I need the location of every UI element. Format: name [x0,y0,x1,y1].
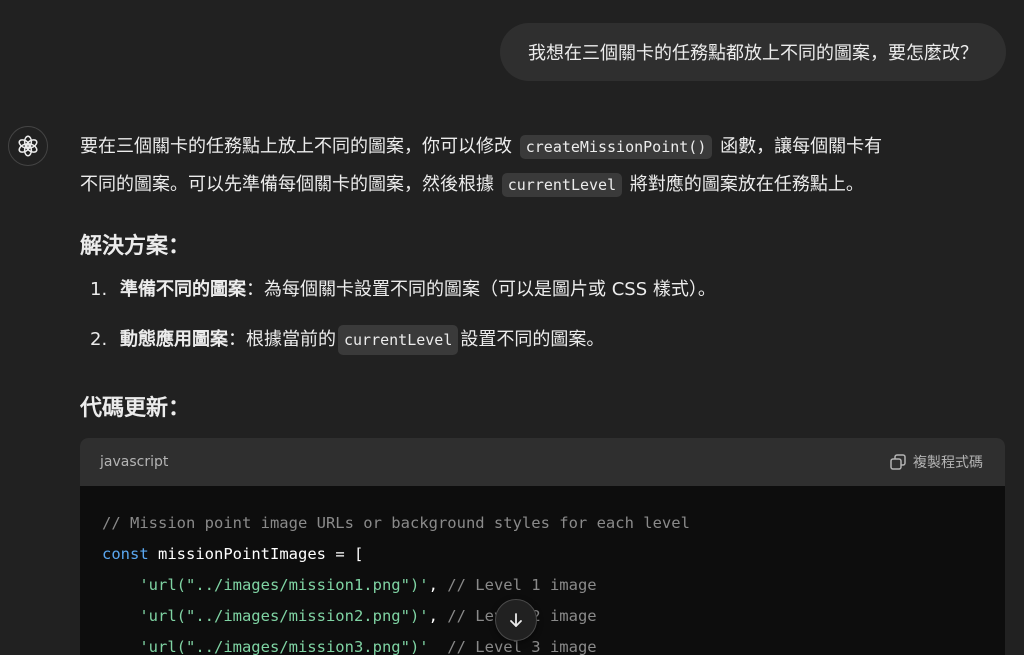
code-punct: = [ [326,545,364,563]
intro-text: 函數，讓每個關卡有 [720,136,883,157]
list-number: 2. [90,329,108,350]
openai-logo-icon [18,135,38,157]
code-comment: // Level 3 image [447,638,597,655]
code-identifier: missionPointImages [158,545,326,563]
copy-code-button[interactable]: 複製程式碼 [889,452,983,472]
code-comment: // Level 1 image [447,576,597,594]
user-message-bubble: 我想在三個關卡的任務點都放上不同的圖案，要怎麼改？ [500,23,1006,81]
step-title: 動態應用圖案 [120,329,228,350]
step-text: 設置不同的圖案。 [460,329,605,350]
code-block: javascript 複製程式碼 // Mission point image … [80,438,1005,655]
step-text: ：根據當前的 [228,329,336,350]
copy-code-label: 複製程式碼 [913,455,983,471]
copy-icon [890,454,906,470]
code-keyword: const [102,545,149,563]
code-header: javascript 複製程式碼 [80,438,1005,486]
code-language-label: javascript [100,454,169,470]
arrow-down-icon [510,613,522,627]
intro-line-1: 要在三個關卡的任務點上放上不同的圖案，你可以修改 createMissionPo… [80,128,1010,166]
assistant-reply: 要在三個關卡的任務點上放上不同的圖案，你可以修改 createMissionPo… [80,128,1010,421]
list-item: 1. 準備不同的圖案 ：為每個關卡設置不同的圖案（可以是圖片或 CSS 樣式）。 [90,278,716,302]
inline-code: createMissionPoint() [519,135,713,159]
solution-heading: 解決方案： [80,234,191,259]
code-update-heading: 代碼更新： [80,396,191,421]
code-punct [429,638,448,655]
code-line: // Mission point image URLs or backgroun… [102,508,983,539]
intro-text: 將對應的圖案放在任務點上。 [629,174,864,195]
intro-line-2: 不同的圖案。可以先準備每個關卡的圖案，然後根據 currentLevel 將對應… [80,166,1010,204]
scroll-to-bottom-button[interactable] [495,599,537,641]
code-punct: , [428,576,448,594]
code-line: 'url("../images/mission3.png")' // Level… [102,632,983,655]
step-title: 準備不同的圖案 [120,279,246,300]
code-line: 'url("../images/mission2.png")', // Leve… [102,601,983,632]
code-line: const missionPointImages = [ [102,539,983,570]
code-punct: , [428,607,448,625]
step-text: ：為每個關卡設置不同的圖案（可以是圖片或 CSS 樣式）。 [246,279,716,300]
code-string: 'url("../images/mission2.png")' [139,607,429,625]
inline-code: currentLevel [501,173,623,197]
code-string: 'url("../images/mission3.png")' [139,638,429,655]
intro-text: 不同的圖案。可以先準備每個關卡的圖案，然後根據 [80,174,494,195]
code-line: 'url("../images/mission1.png")', // Leve… [102,570,983,601]
list-item: 2. 動態應用圖案 ：根據當前的 currentLevel 設置不同的圖案。 [90,325,716,355]
assistant-avatar [8,126,48,166]
chat-page: 我想在三個關卡的任務點都放上不同的圖案，要怎麼改？ 要在三個關卡的任務點上放上不… [0,0,1024,655]
code-string: 'url("../images/mission1.png")' [139,576,429,594]
inline-code: currentLevel [338,325,459,355]
intro-text: 要在三個關卡的任務點上放上不同的圖案，你可以修改 [80,136,512,157]
code-comment: // Mission point image URLs or backgroun… [102,514,690,532]
code-body: // Mission point image URLs or backgroun… [80,486,1005,655]
list-number: 1. [90,279,108,300]
user-message-text: 我想在三個關卡的任務點都放上不同的圖案，要怎麼改？ [528,43,978,64]
steps-list: 1. 準備不同的圖案 ：為每個關卡設置不同的圖案（可以是圖片或 CSS 樣式）。… [90,278,716,378]
